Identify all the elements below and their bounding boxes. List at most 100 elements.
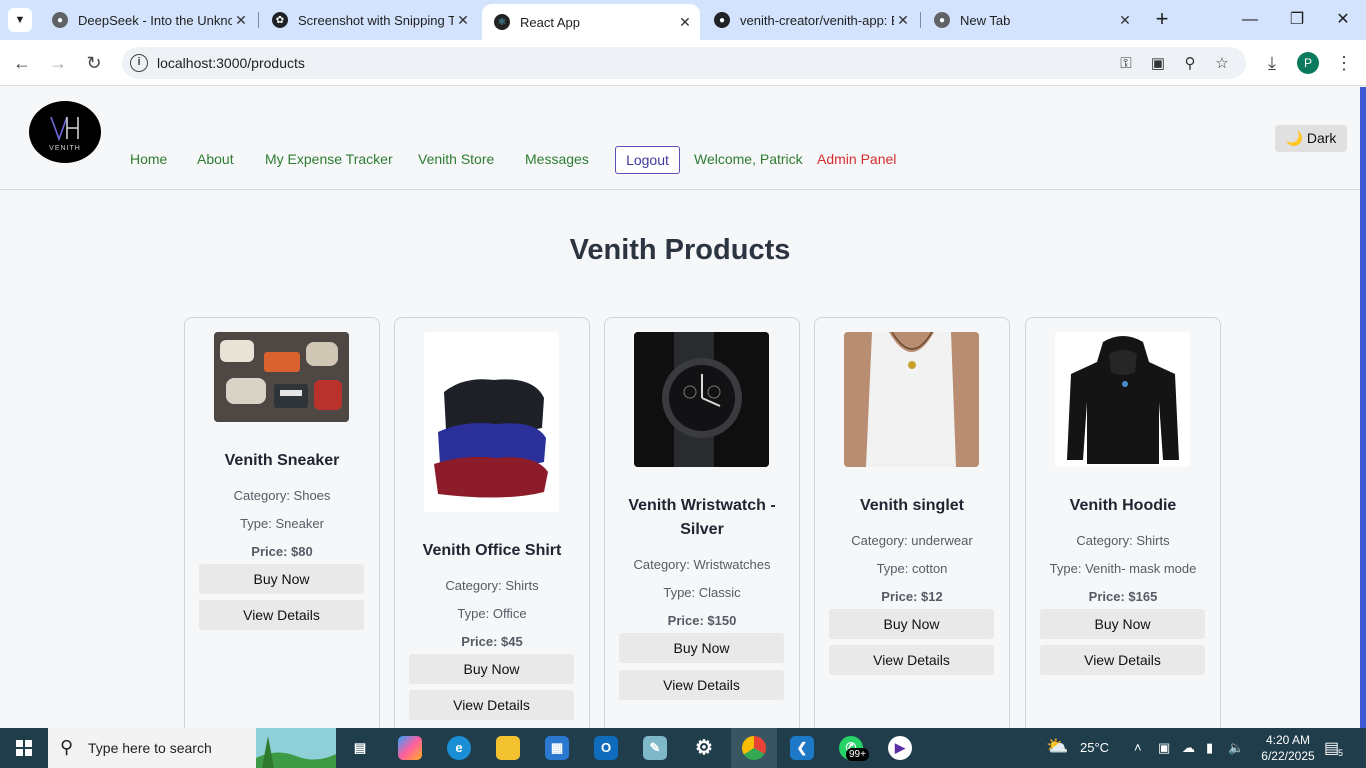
weather-icon[interactable]: ⛅ [1046, 736, 1068, 757]
product-name: Venith Office Shirt [422, 542, 562, 559]
volume-icon[interactable]: 🔈 [1228, 740, 1244, 756]
system-clock[interactable]: 4:20 AM 6/22/2025 [1256, 732, 1320, 764]
media-player-icon[interactable]: ▶ [888, 736, 912, 760]
settings-gear-icon[interactable]: ⚙ [692, 736, 716, 760]
bookmark-star-icon[interactable]: ☆ [1212, 54, 1232, 74]
outlook-icon[interactable]: O [594, 736, 618, 760]
more-menu-icon[interactable]: ⋮ [1332, 51, 1356, 75]
nav-home[interactable]: Home [130, 151, 167, 167]
nav-expense-tracker[interactable]: My Expense Tracker [265, 151, 393, 167]
buy-now-button[interactable]: Buy Now [619, 633, 784, 663]
url-text[interactable]: localhost:3000/products [157, 55, 305, 71]
page-title: Venith Products [569, 234, 791, 266]
downloads-icon[interactable]: ⤓ [1260, 51, 1284, 75]
products-page: VENITH Home About My Expense Tracker Ven… [0, 87, 1360, 728]
close-tab-icon[interactable]: ✕ [232, 12, 250, 29]
task-view-icon[interactable]: ▤ [348, 736, 372, 760]
install-app-icon[interactable]: ▣ [1148, 54, 1168, 74]
view-details-button[interactable]: View Details [199, 600, 364, 630]
product-category: Category: Shirts [445, 578, 539, 593]
taskbar-search[interactable]: ⚲ Type here to search [48, 728, 336, 768]
product-type: Type: Classic [663, 585, 741, 600]
view-details-button[interactable]: View Details [409, 690, 574, 720]
tab-title: venith-creator/venith-app: Ex [740, 12, 894, 28]
view-details-button[interactable]: View Details [829, 645, 994, 675]
openai-icon: ✿ [272, 12, 288, 28]
view-details-button[interactable]: View Details [619, 670, 784, 700]
product-type: Type: cotton [876, 561, 948, 576]
buy-now-button[interactable]: Buy Now [409, 654, 574, 684]
chrome-taskbar-icon[interactable] [742, 736, 766, 760]
tab-github[interactable]: ● venith-creator/venith-app: Ex ✕ [702, 6, 918, 34]
copilot-icon[interactable] [398, 736, 422, 760]
microsoft-store-icon[interactable]: ▦ [545, 736, 569, 760]
minimize-icon[interactable]: — [1238, 8, 1262, 32]
tab-divider [920, 12, 921, 28]
zoom-icon[interactable]: ⚲ [1180, 54, 1200, 74]
show-hidden-icons-chevron-icon[interactable]: ˄ [1134, 740, 1142, 755]
profile-avatar[interactable]: P [1297, 52, 1319, 74]
product-price: Price: $45 [461, 634, 523, 649]
tab-search-chevron-icon[interactable]: ▼ [8, 8, 32, 32]
tab-react-app[interactable]: ⚛ React App ✕ [482, 4, 700, 40]
dark-mode-toggle[interactable]: 🌙 Dark [1275, 125, 1347, 152]
product-category: Category: Shirts [1076, 533, 1170, 548]
buy-now-button[interactable]: Buy Now [1040, 609, 1205, 639]
tab-snipping-tool[interactable]: ✿ Screenshot with Snipping Tool ✕ [260, 6, 478, 34]
venith-logo[interactable]: VENITH [29, 101, 101, 163]
forward-arrow-icon[interactable]: → [46, 51, 70, 75]
product-category: Category: Wristwatches [633, 557, 771, 572]
tab-deepseek[interactable]: ● DeepSeek - Into the Unknown ✕ [40, 6, 256, 34]
vscode-icon[interactable]: ❮ [790, 736, 814, 760]
clock-date: 6/22/2025 [1261, 749, 1315, 763]
whatsapp-unread-badge: 99+ [846, 748, 869, 761]
nav-messages[interactable]: Messages [525, 151, 589, 167]
nav-about[interactable]: About [197, 151, 234, 167]
search-highlight-landscape-icon [256, 728, 336, 768]
page-scrollbar[interactable] [1360, 87, 1366, 728]
github-icon: ● [714, 12, 730, 28]
onedrive-cloud-icon[interactable]: ☁ [1182, 740, 1195, 756]
battery-icon[interactable]: ▮ [1206, 740, 1213, 756]
camera-icon[interactable]: ▣ [1158, 740, 1170, 756]
tab-title: New Tab [960, 12, 1011, 28]
tab-title: DeepSeek - Into the Unknown [78, 12, 232, 28]
tab-new-tab[interactable]: ● New Tab ✕ [922, 6, 1140, 34]
edge-browser-icon[interactable]: e [447, 736, 471, 760]
buy-now-button[interactable]: Buy Now [199, 564, 364, 594]
close-tab-icon[interactable]: ✕ [894, 12, 912, 29]
logout-button[interactable]: Logout [615, 146, 680, 174]
restore-icon[interactable]: ❐ [1285, 8, 1309, 32]
product-card-hoodie: Venith Hoodie Category: Shirts Type: Ven… [1025, 317, 1221, 728]
react-icon: ⚛ [494, 14, 510, 30]
window-close-icon[interactable]: ✕ [1331, 8, 1355, 32]
windows-start-icon[interactable] [16, 740, 32, 756]
back-arrow-icon[interactable]: ← [10, 51, 34, 75]
view-details-button[interactable]: View Details [1040, 645, 1205, 675]
search-icon: ⚲ [60, 737, 74, 757]
search-placeholder: Type here to search [88, 740, 212, 756]
product-image-sneaker [214, 332, 349, 422]
buy-now-button[interactable]: Buy Now [829, 609, 994, 639]
product-name: Venith Hoodie [1069, 497, 1177, 514]
product-type: Type: Sneaker [240, 516, 324, 531]
address-bar[interactable]: i localhost:3000/products ⚿ ▣ ⚲ ☆ [122, 47, 1246, 79]
product-image-hoodie [1055, 332, 1190, 467]
notepad-icon[interactable]: ✎ [643, 736, 667, 760]
file-explorer-icon[interactable] [496, 736, 520, 760]
nav-admin-panel[interactable]: Admin Panel [817, 151, 896, 167]
product-type: Type: Venith- mask mode [1049, 561, 1197, 576]
product-name: Venith Sneaker [224, 452, 340, 469]
site-info-icon[interactable]: i [130, 54, 148, 72]
nav-venith-store[interactable]: Venith Store [418, 151, 494, 167]
close-tab-icon[interactable]: ✕ [1116, 12, 1134, 29]
close-tab-icon[interactable]: ✕ [676, 14, 694, 31]
notifications-icon[interactable]: ▤ [1324, 738, 1339, 758]
product-card-wristwatch: Venith Wristwatch - Silver Category: Wri… [604, 317, 800, 728]
tab-title: Screenshot with Snipping Tool [298, 12, 454, 28]
new-tab-plus-icon[interactable]: + [1150, 8, 1174, 32]
close-tab-icon[interactable]: ✕ [454, 12, 472, 29]
weather-temperature[interactable]: 25°C [1080, 740, 1109, 755]
reload-icon[interactable]: ↻ [82, 51, 106, 75]
password-key-icon[interactable]: ⚿ [1116, 54, 1136, 74]
